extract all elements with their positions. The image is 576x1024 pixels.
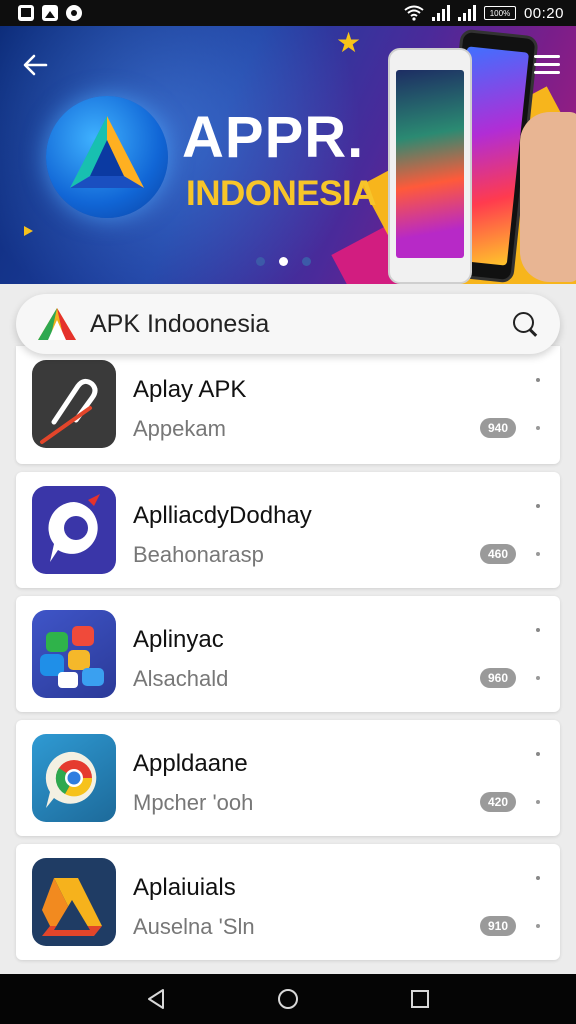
phone-illustration-front	[388, 48, 472, 284]
signal-icon	[457, 5, 476, 21]
signal-icon	[431, 5, 450, 21]
search-bar[interactable]: APK Indoonesia	[16, 294, 560, 354]
triangle-decoration	[24, 226, 33, 236]
app-icon	[32, 360, 116, 448]
size-badge: 910	[480, 916, 516, 936]
nav-back-button[interactable]	[142, 985, 170, 1013]
dot-icon	[536, 924, 540, 928]
wifi-icon	[404, 5, 424, 21]
dot-icon	[536, 800, 540, 804]
battery-icon: 100%	[483, 6, 516, 20]
banner-title: APPR.	[182, 105, 365, 170]
menu-button[interactable]	[534, 50, 560, 78]
apk-logo-icon	[38, 308, 76, 340]
app-subtitle: Auselna 'Sln	[133, 914, 255, 939]
status-right: 100% 00:20	[404, 5, 564, 22]
brand-logo	[46, 96, 168, 218]
app-icon	[32, 486, 116, 574]
app-subtitle: Mpcher 'ooh	[133, 790, 254, 815]
star-icon: ★	[336, 27, 362, 58]
size-badge: 460	[480, 544, 516, 564]
gallery-icon	[18, 5, 34, 21]
size-badge: 960	[480, 668, 516, 688]
status-left	[18, 5, 82, 21]
list-item[interactable]: Aplinyac Alsachald 960	[16, 596, 560, 712]
app-name: Aplinyac	[133, 626, 224, 653]
photo-icon	[42, 5, 58, 21]
menu-line	[534, 70, 560, 74]
app-name: Appldaane	[133, 750, 248, 777]
list-item[interactable]: Aplaiuials Auselna 'Sln 910	[16, 844, 560, 960]
carousel-dot-active[interactable]	[279, 257, 288, 266]
carousel-dot[interactable]	[256, 257, 265, 266]
more-options-icon[interactable]	[534, 752, 542, 760]
dot-icon	[536, 426, 540, 430]
dot-icon	[536, 676, 540, 680]
carousel-dots[interactable]	[256, 257, 311, 266]
drive-triangle-icon	[42, 878, 102, 936]
paperclip-icon	[40, 378, 98, 444]
carousel-dot[interactable]	[302, 257, 311, 266]
search-icon[interactable]	[510, 309, 540, 339]
hand-illustration	[520, 112, 576, 282]
navigation-bar	[0, 974, 576, 1024]
browser-icon	[45, 751, 97, 808]
menu-line	[534, 62, 560, 66]
list-item[interactable]: Appldaane Mpcher 'ooh 420	[16, 720, 560, 836]
app-name: Aplay APK	[133, 376, 247, 403]
arrow-left-icon	[23, 54, 48, 76]
size-badge: 420	[480, 792, 516, 812]
more-options-icon[interactable]	[534, 378, 542, 386]
square-recents-icon	[411, 990, 429, 1008]
more-options-icon[interactable]	[534, 504, 542, 512]
record-icon	[66, 5, 82, 21]
app-name: Aplaiuials	[133, 874, 236, 901]
tiles-icon	[40, 626, 104, 688]
hero-banner[interactable]: ★ APPR. INDONESIA	[0, 26, 576, 284]
app-icon	[32, 610, 116, 698]
app-subtitle: Beahonarasp	[133, 542, 264, 567]
status-time: 00:20	[523, 4, 564, 22]
app-screen: 100% 00:20 ★ APPR. INDONESIA APK Indoone…	[0, 0, 576, 1024]
app-name: AplliacdyDodhay	[133, 502, 312, 529]
logo-triangle-icon	[70, 116, 144, 188]
menu-line	[534, 54, 560, 58]
circle-home-icon	[278, 989, 298, 1009]
app-subtitle: Appekam	[133, 416, 226, 441]
app-icon	[32, 734, 116, 822]
app-subtitle: Alsachald	[133, 666, 229, 691]
app-icon	[32, 858, 116, 946]
search-input[interactable]: APK Indoonesia	[90, 310, 510, 339]
list-item[interactable]: AplliacdyDodhay Beahonarasp 460	[16, 472, 560, 588]
banner-subtitle: INDONESIA	[186, 174, 376, 213]
back-button[interactable]	[20, 50, 56, 86]
chat-bubble-icon	[48, 494, 100, 562]
list-item[interactable]: Aplay APK Appekam 940	[16, 346, 560, 464]
app-list: Aplay APK Appekam 940 AplliacdyDodhay Be…	[16, 346, 560, 968]
nav-recents-button[interactable]	[406, 985, 434, 1013]
nav-home-button[interactable]	[274, 985, 302, 1013]
dot-icon	[536, 552, 540, 556]
more-options-icon[interactable]	[534, 876, 542, 884]
more-options-icon[interactable]	[534, 628, 542, 636]
triangle-back-icon	[148, 989, 164, 1009]
size-badge: 940	[480, 418, 516, 438]
status-bar: 100% 00:20	[0, 0, 576, 26]
